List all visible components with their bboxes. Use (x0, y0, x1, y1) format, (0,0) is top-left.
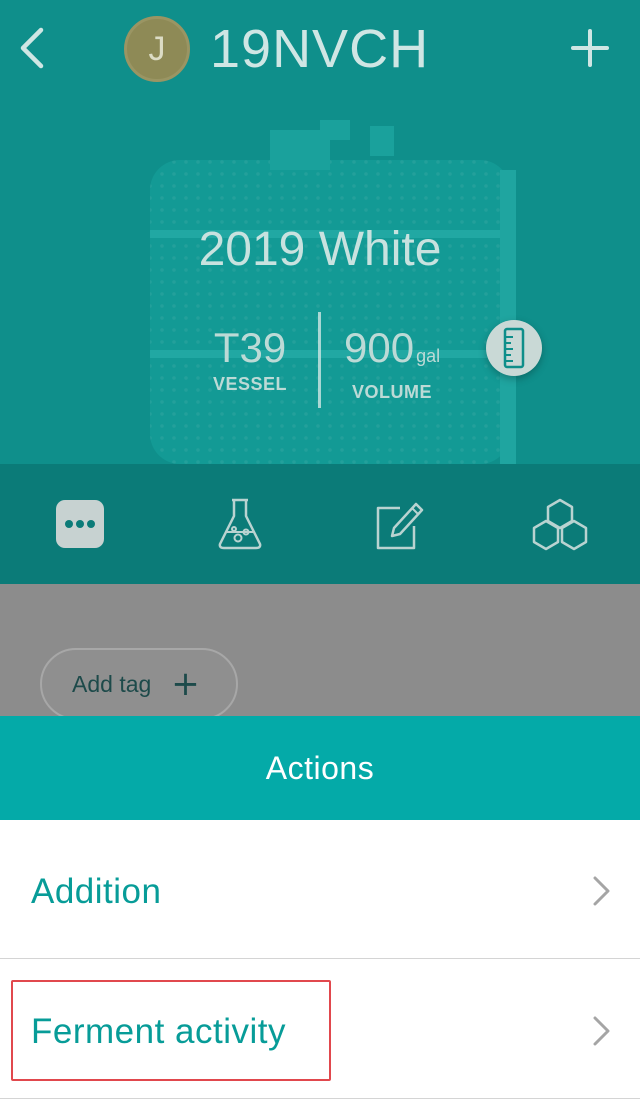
wine-name: 2019 White (198, 223, 442, 276)
dimmed-overlay[interactable]: Add tag + (0, 584, 640, 720)
plus-icon (571, 29, 609, 67)
vessel-stat: T39 VESSEL (200, 322, 300, 395)
edit-note-icon (376, 502, 424, 550)
plus-icon: + (171, 664, 200, 704)
hexagons-icon (532, 498, 588, 551)
vessel-label: VESSEL (212, 374, 288, 394)
lab-flask-icon (218, 498, 262, 550)
add-button[interactable] (566, 24, 614, 72)
volume-value-row: 900 gal (344, 322, 478, 382)
tank-hero: J 19NVCH 2019 White T39 VESSEL 900 gal VO… (0, 0, 640, 464)
tab-notes[interactable] (368, 494, 432, 554)
tab-more[interactable] (48, 494, 112, 554)
actions-title: Actions (265, 749, 375, 786)
icon-tab-bar (0, 464, 640, 584)
tank-image (150, 120, 516, 464)
page-title: 19NVCH (210, 19, 430, 79)
add-tag-button[interactable]: Add tag + (40, 648, 238, 720)
actions-sheet-header: Actions (0, 716, 640, 820)
stat-divider (318, 312, 321, 408)
chevron-right-icon (593, 1016, 610, 1046)
chevron-right-icon (593, 876, 610, 906)
tab-lab[interactable] (208, 494, 272, 554)
ruler-icon (503, 327, 525, 369)
more-dots-icon (56, 500, 104, 548)
add-tag-label: Add tag (72, 670, 152, 697)
action-item-ferment-activity[interactable]: Ferment activity (0, 960, 640, 1099)
volume-stat: 900 gal VOLUME (344, 322, 478, 403)
volume-label: VOLUME (352, 382, 433, 402)
tab-components[interactable] (528, 494, 592, 554)
measure-button[interactable] (486, 320, 542, 376)
chevron-left-icon (20, 27, 44, 69)
action-label: Ferment activity (31, 1012, 286, 1051)
action-label: Addition (31, 872, 162, 911)
vessel-value: T39 (213, 324, 287, 371)
volume-value: 900 (344, 324, 415, 371)
volume-unit: gal (416, 346, 441, 366)
avatar[interactable]: J (124, 16, 190, 82)
top-bar: J 19NVCH (0, 0, 640, 100)
avatar-initial: J (148, 29, 166, 68)
back-button[interactable] (12, 24, 52, 72)
action-item-addition[interactable]: Addition (0, 820, 640, 959)
